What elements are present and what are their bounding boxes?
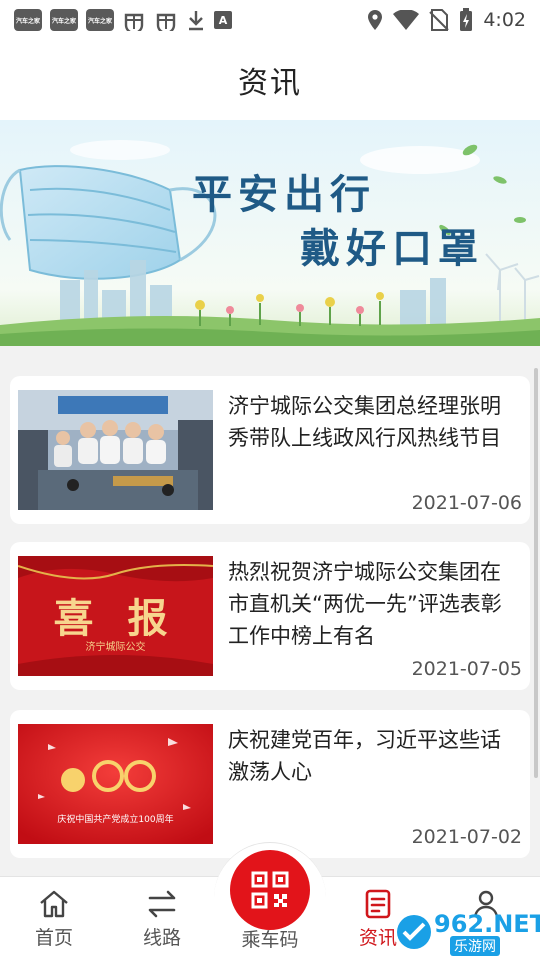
scrollbar[interactable] [534,368,538,778]
news-card[interactable]: 喜 报 济宁城际公交 热烈祝贺济宁城际公交集团在市直机关“两优一先”评选表彰工作… [10,542,530,690]
download-icon [189,11,203,31]
xibao-heading: 喜 报 [53,595,178,642]
home-icon [40,890,68,918]
watermark-subtext: 乐游网 [450,936,500,956]
page-title: 资讯 [238,66,302,101]
news-thumbnail-xibao: 喜 报 济宁城际公交 [18,556,213,676]
watermark: 962.NET 乐游网 [394,910,540,956]
location-icon [368,10,383,30]
watermark-text: 962.NET [434,910,540,938]
banner-slogan-line2: 戴好口罩 [300,225,484,272]
status-bar: 汽车之家 汽车之家 汽车之家 A 4:02 [0,0,540,40]
document-icon [365,889,391,919]
news-card[interactable]: 济宁城际公交集团总经理张明秀带队上线政风行风热线节目 2021-07-06 [10,376,530,524]
news-date: 2021-07-06 [411,492,522,514]
news-title[interactable]: 济宁城际公交集团总经理张明秀带队上线政风行风热线节目 [228,390,518,454]
nav-routes-label: 线路 [142,927,181,949]
news-title[interactable]: 庆祝建党百年，习近平这些话激荡人心 [228,724,518,788]
battery-charging-icon [460,8,473,31]
news-card[interactable]: 100 庆祝中国共产党成立100周年 庆祝建党百年，习近平这些话激荡人心 202… [10,710,530,858]
news-date: 2021-07-02 [411,826,522,848]
no-sim-icon [429,9,450,31]
swap-icon [148,890,176,918]
banner[interactable]: 平安出行 戴好口罩 [0,120,540,346]
app-notification-icon: 汽车之家 [14,9,42,31]
news-list[interactable]: 济宁城际公交集团总经理张明秀带队上线政风行风热线节目 2021-07-06 喜 … [0,346,540,876]
banner-slogan-line1: 平安出行 [192,171,376,218]
news-date: 2021-07-05 [411,658,522,680]
centenary-caption: 庆祝中国共产党成立100周年 [57,815,174,825]
page-header: 资讯 [0,40,540,120]
news-thumbnail-studio [18,390,213,510]
app-notification-icon: 汽车之家 [86,9,114,31]
nav-home-label: 首页 [34,927,73,949]
xibao-subheading: 济宁城际公交 [85,642,146,653]
clock: 4:02 [483,9,526,31]
news-thumbnail-centenary: 100 庆祝中国共产党成立100周年 [18,724,213,844]
system-icons: 4:02 [367,8,526,32]
notification-icons: 汽车之家 汽车之家 汽车之家 A [14,9,232,31]
nav-routes[interactable]: 线路 [117,877,207,960]
qr-code-label[interactable]: 乘车码 [225,925,315,952]
qr-code-icon [251,871,289,909]
wifi-icon [393,10,420,30]
nav-news-label: 资讯 [358,927,397,949]
qr-code-button[interactable] [230,850,310,930]
a-icon: A [214,11,232,29]
nav-home[interactable]: 首页 [9,877,99,960]
watermark-logo-icon [397,915,431,949]
bug-icon [156,13,176,31]
app-notification-icon: 汽车之家 [50,9,78,31]
bug-icon [124,13,144,31]
news-title[interactable]: 热烈祝贺济宁城际公交集团在市直机关“两优一先”评选表彰工作中榜上有名 [228,556,518,652]
